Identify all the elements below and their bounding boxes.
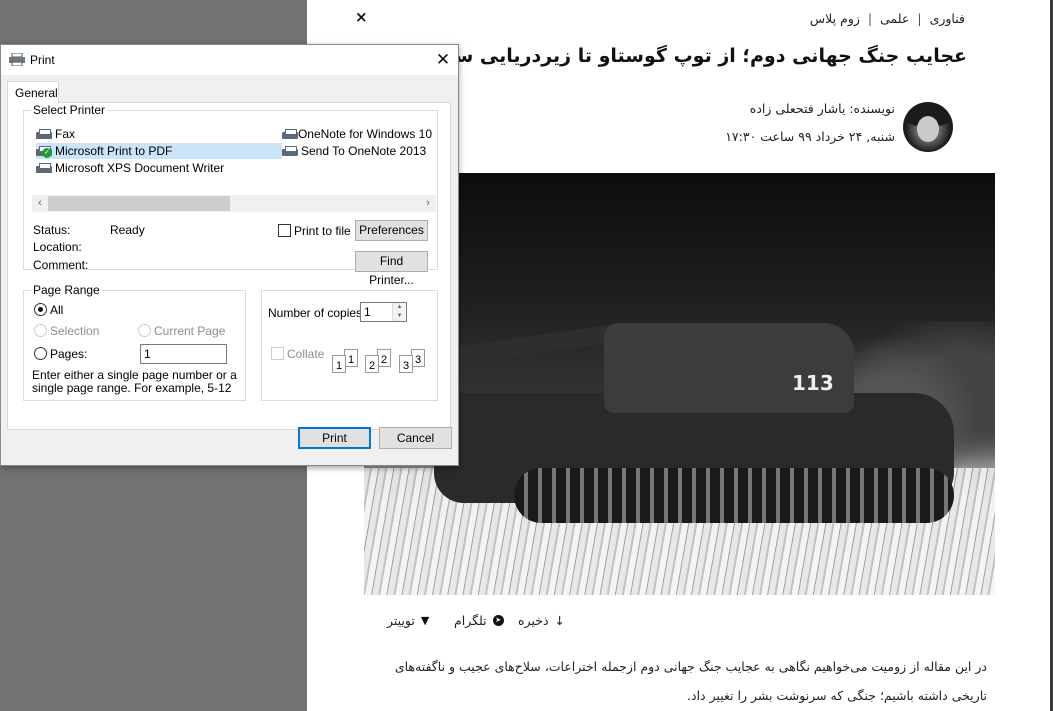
- cancel-button[interactable]: Cancel: [379, 427, 452, 449]
- save-button[interactable]: ↓ ذخیره: [518, 613, 565, 628]
- copies-label: Number of copies:: [268, 306, 366, 320]
- dialog-footer: Print Cancel: [1, 427, 458, 465]
- page-range-legend: Page Range: [31, 283, 102, 297]
- printer-item-onenote-2013[interactable]: Send To OneNote 2013: [282, 143, 426, 159]
- fax-icon: [36, 128, 52, 140]
- page-icon: 1: [344, 349, 358, 367]
- spin-up-icon[interactable]: ▲: [393, 303, 406, 312]
- current-page-radio[interactable]: [138, 324, 151, 337]
- spin-down-icon[interactable]: ▼: [393, 312, 406, 321]
- breadcrumb-separator: |: [867, 11, 873, 26]
- printer-icon: [282, 128, 298, 140]
- publish-date: شنبه, ۲۴ خرداد ۹۹ ساعت ۱۷:۳۰: [725, 129, 895, 144]
- printer-icon: [282, 145, 298, 157]
- page-range-hint: Enter either a single page number or a s…: [32, 368, 237, 395]
- scroll-right-icon[interactable]: ›: [420, 195, 436, 212]
- twitter-label: توییتر: [387, 613, 415, 628]
- article-intro: در این مقاله از زومیت می‌خواهیم نگاهی به…: [394, 659, 987, 703]
- printer-name: Fax: [55, 127, 76, 141]
- page-icon: 3: [399, 355, 413, 373]
- select-printer-group: Select Printer Fax ✓ Microsoft Print to …: [23, 103, 438, 287]
- collate-checkbox[interactable]: [271, 347, 284, 360]
- status-value: Ready: [110, 223, 145, 237]
- page-range-group: Page Range All Selection Current Page Pa…: [23, 283, 246, 401]
- pages-label[interactable]: Pages:: [50, 347, 87, 361]
- location-label: Location:: [33, 240, 82, 254]
- close-icon[interactable]: ×: [355, 8, 368, 26]
- breadcrumb-item-zoomplus[interactable]: زوم پلاس: [810, 11, 860, 26]
- general-tab-panel: Select Printer Fax ✓ Microsoft Print to …: [7, 102, 451, 430]
- printer-name: Send To OneNote 2013: [301, 144, 427, 158]
- copies-group: Number of copies: 1 ▲ ▼ Collate 1 1 2 2 …: [261, 290, 438, 401]
- author-avatar[interactable]: [903, 102, 953, 152]
- printer-list[interactable]: Fax ✓ Microsoft Print to PDF Microsoft X…: [32, 123, 432, 185]
- print-button[interactable]: Print: [298, 427, 371, 449]
- page-icon: 2: [365, 355, 379, 373]
- printer-item-xps-writer[interactable]: Microsoft XPS Document Writer: [36, 160, 224, 176]
- copies-spinner[interactable]: ▲ ▼: [392, 303, 406, 321]
- current-page-label: Current Page: [154, 324, 226, 338]
- breadcrumb-item-technology[interactable]: فناوری: [930, 11, 965, 26]
- print-to-file-label[interactable]: Print to file: [294, 224, 351, 238]
- printer-name: Microsoft XPS Document Writer: [55, 161, 225, 175]
- printer-icon: [36, 162, 52, 174]
- printer-icon: ✓: [36, 145, 52, 158]
- select-printer-legend: Select Printer: [31, 103, 108, 117]
- twitter-share-button[interactable]: ▼ توییتر: [387, 613, 429, 628]
- author-name[interactable]: نویسنده: یاشار فتحعلی زاده: [750, 101, 895, 116]
- breadcrumb-item-science[interactable]: علمی: [880, 11, 909, 26]
- printer-item-fax[interactable]: Fax: [36, 126, 75, 142]
- telegram-icon: ➤: [492, 615, 504, 626]
- telegram-label: تلگرام: [454, 613, 487, 628]
- comment-label: Comment:: [33, 258, 89, 272]
- collate-label: Collate: [287, 347, 325, 361]
- tank-number: 113: [792, 371, 834, 395]
- telegram-share-button[interactable]: ➤ تلگرام: [454, 613, 504, 628]
- close-dialog-button[interactable]: ✕: [428, 45, 458, 75]
- scrollbar-thumb[interactable]: [48, 196, 230, 211]
- print-dialog: Print ✕ General Select Printer Fax ✓ Mic…: [0, 44, 459, 466]
- all-pages-label[interactable]: All: [50, 303, 63, 317]
- selection-label: Selection: [50, 324, 100, 338]
- selection-radio[interactable]: [34, 324, 47, 337]
- breadcrumb-separator: |: [917, 11, 922, 26]
- page-icon: 3: [411, 349, 425, 367]
- twitter-icon: ▼: [420, 614, 430, 627]
- page-icon: 1: [332, 355, 346, 373]
- printer-name: OneNote for Windows 10: [297, 127, 432, 141]
- download-arrow-icon: ↓: [554, 613, 565, 628]
- printer-item-onenote-win10[interactable]: OneNote for Windows 10: [282, 126, 432, 142]
- find-printer-button[interactable]: Find Printer...: [355, 251, 428, 287]
- collate-illustration: 1 1 2 2 3 3: [332, 349, 432, 384]
- printer-icon: [9, 53, 25, 66]
- article-title: عجایب جنگ جهانی دوم؛ از توپ گوستاو تا زی…: [386, 45, 967, 67]
- preferences-button[interactable]: Preferences: [355, 220, 428, 241]
- pages-input[interactable]: 1: [140, 344, 227, 364]
- dialog-titlebar[interactable]: Print ✕: [1, 45, 458, 75]
- default-check-icon: ✓: [42, 147, 52, 158]
- pages-radio[interactable]: [34, 347, 47, 360]
- save-label: ذخیره: [518, 613, 549, 628]
- all-pages-radio[interactable]: [34, 303, 47, 316]
- page-icon: 2: [377, 349, 391, 367]
- printer-name: Microsoft Print to PDF: [55, 144, 173, 158]
- status-label: Status:: [33, 223, 71, 237]
- print-to-file-checkbox[interactable]: [278, 224, 291, 237]
- breadcrumb: فناوری | علمی | زوم پلاس: [810, 11, 965, 26]
- dialog-title: Print: [30, 53, 55, 67]
- printer-list-scrollbar[interactable]: ‹ ›: [32, 195, 436, 212]
- share-bar: ↓ ذخیره ➤ تلگرام ▼ توییتر: [307, 613, 1051, 633]
- scroll-left-icon[interactable]: ‹: [32, 195, 48, 212]
- tab-general[interactable]: General: [7, 81, 59, 103]
- printer-item-microsoft-print-to-pdf[interactable]: ✓ Microsoft Print to PDF: [36, 143, 282, 159]
